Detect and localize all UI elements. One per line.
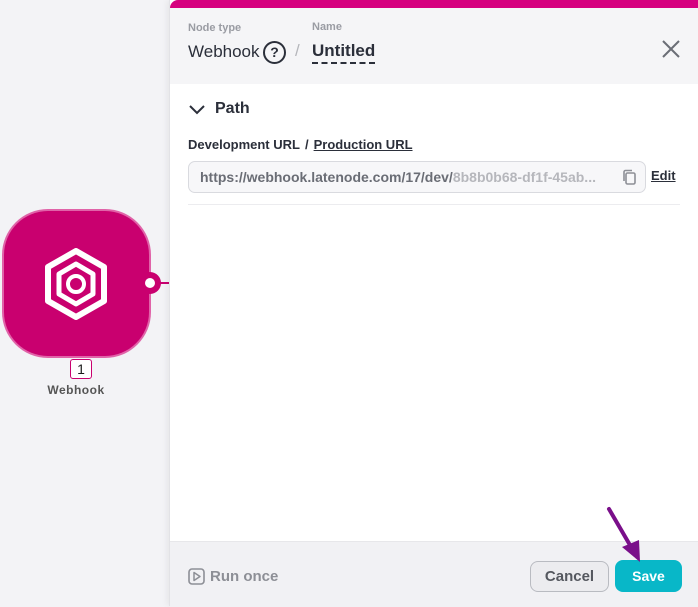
node-number-badge: 1 (70, 359, 92, 379)
webhook-node[interactable] (4, 211, 149, 356)
node-name-field[interactable]: Untitled (312, 41, 376, 64)
save-button[interactable]: Save (615, 560, 682, 592)
name-label: Name (312, 21, 342, 33)
help-icon[interactable]: ? (263, 41, 286, 64)
url-tabs: Development URL / Production URL (188, 137, 413, 152)
panel-header: Node type Webhook ? / Name Untitled (170, 8, 698, 84)
webhook-url-token: 8b8b0b68-df1f-45ab... (452, 169, 596, 185)
node-output-port[interactable] (139, 272, 161, 294)
webhook-hexagon-icon (45, 248, 107, 320)
webhook-url-field[interactable]: https://webhook.latenode.com/17/dev/8b8b… (188, 161, 646, 193)
section-title-path[interactable]: Path (215, 100, 250, 118)
node-label: Webhook (47, 383, 105, 397)
panel-accent-bar (170, 0, 698, 8)
node-type-value: Webhook (188, 42, 260, 61)
node-type-label: Node type (188, 22, 242, 34)
webhook-url-base: https://webhook.latenode.com/17/dev/ (200, 169, 453, 185)
webhook-url-text: https://webhook.latenode.com/17/dev/8b8b… (200, 169, 608, 185)
url-tabs-separator: / (304, 137, 309, 152)
section-divider (188, 204, 680, 205)
chevron-down-icon[interactable] (188, 101, 206, 119)
annotation-arrow-icon (607, 507, 640, 562)
cancel-button[interactable]: Cancel (530, 561, 609, 592)
header-separator: / (295, 41, 300, 60)
tab-production-url[interactable]: Production URL (314, 137, 413, 152)
close-icon[interactable] (660, 38, 682, 60)
tab-development-url[interactable]: Development URL (188, 137, 300, 152)
run-once-button[interactable]: Run once (210, 568, 278, 585)
copy-icon[interactable] (622, 169, 638, 186)
play-icon (188, 568, 205, 585)
edit-url-link[interactable]: Edit (651, 168, 676, 183)
